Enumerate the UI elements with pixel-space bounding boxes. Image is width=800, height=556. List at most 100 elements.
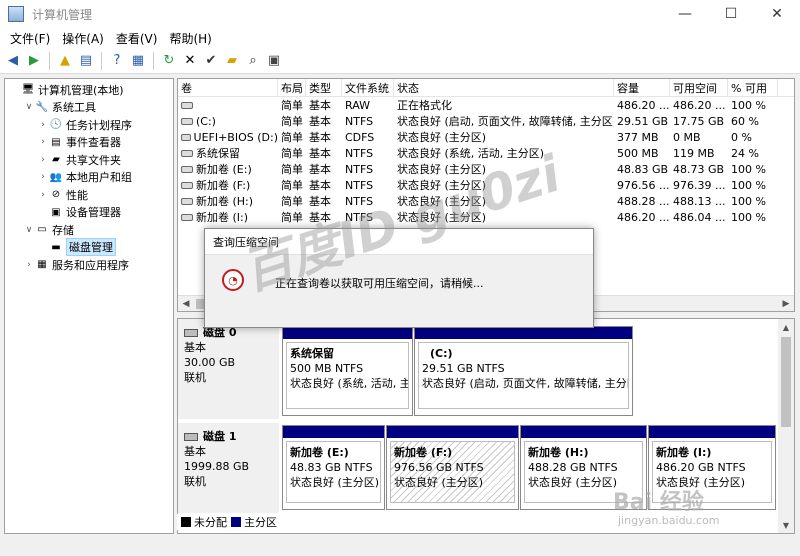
- column-header-capacity[interactable]: 容量: [614, 79, 670, 96]
- legend-primary-partition: 主分区: [244, 516, 277, 529]
- scroll-right-icon[interactable]: ▶: [778, 296, 794, 311]
- table-cell: 488.13 ...: [673, 194, 726, 208]
- minimize-button[interactable]: —: [662, 0, 708, 28]
- scrollbar-thumb[interactable]: [781, 337, 791, 427]
- partition-name: 新加卷 (I:): [656, 446, 712, 459]
- table-cell: 基本: [309, 131, 331, 144]
- expand-arrow-icon[interactable]: ∨: [23, 102, 35, 112]
- partition-name: 新加卷 (H:): [528, 446, 589, 459]
- table-cell: 正在格式化: [397, 99, 452, 112]
- table-cell: UEFI+BIOS (D:): [178, 129, 278, 145]
- task-scheduler-icon: 🕓: [49, 119, 63, 131]
- table-cell: 486.20 ...: [617, 98, 670, 112]
- column-header-free-space[interactable]: 可用空间: [670, 79, 728, 96]
- tree-item[interactable]: › 👥 本地用户和组: [5, 169, 173, 187]
- table-row[interactable]: (C:) 简单 基本 NTFS 状态良好 (启动, 页面文件, 故障转储, 主分区) 29…: [178, 113, 794, 129]
- refresh-icon[interactable]: ↻: [160, 52, 178, 70]
- menu-file[interactable]: 文件(F): [4, 30, 56, 47]
- storage-icon: ▭: [37, 224, 47, 236]
- tree-item[interactable]: ∨ ▭ 存储: [5, 221, 173, 239]
- table-row[interactable]: 新加卷 (F:) 简单 基本 NTFS 状态良好 (主分区) 976.56 ... 976.…: [178, 177, 794, 193]
- tree-item[interactable]: ▣ 设备管理器: [5, 204, 173, 222]
- expand-arrow-icon[interactable]: ∨: [23, 225, 35, 235]
- tree-item[interactable]: › ⊘ 性能: [5, 186, 173, 204]
- table-row[interactable]: 新加卷 (H:) 简单 基本 NTFS 状态良好 (主分区) 488.28 ... 488.…: [178, 193, 794, 209]
- up-folder-icon[interactable]: ▲: [56, 52, 74, 70]
- table-cell: 基本: [309, 179, 331, 192]
- properties-icon[interactable]: ▦: [129, 52, 147, 70]
- partition-size: 29.51 GB NTFS: [422, 362, 505, 375]
- disk-0-label[interactable]: 磁盘 0 基本 30.00 GB 联机: [178, 319, 279, 419]
- tree-item-label: 本地用户和组: [66, 171, 132, 185]
- check-icon[interactable]: ✔: [202, 52, 220, 70]
- toolbar-separator: [101, 51, 102, 70]
- table-cell: 486.20 ...: [617, 210, 670, 224]
- maximize-button[interactable]: ☐: [708, 0, 754, 28]
- expand-arrow-icon[interactable]: ›: [37, 155, 49, 165]
- event-viewer-icon: ▤: [51, 136, 61, 148]
- table-row[interactable]: 新加卷 (I:) 简单 基本 NTFS 状态良好 (主分区) 486.20 ... 486.…: [178, 209, 794, 225]
- table-cell: 简单: [281, 163, 303, 176]
- table-row[interactable]: 系统保留 简单 基本 NTFS 状态良好 (系统, 活动, 主分区) 500 MB 119 …: [178, 145, 794, 161]
- partition-f[interactable]: 新加卷 (F:) 976.56 GB NTFS 状态良好 (主分区): [386, 425, 519, 510]
- legend-unallocated: 未分配: [194, 516, 227, 529]
- table-row[interactable]: 简单 基本 RAW 正在格式化 486.20 ... 486.20 ... 100 %: [178, 97, 794, 113]
- title-bar: 计算机管理 — ☐ ✕: [0, 0, 800, 28]
- tree-item[interactable]: › ▤ 事件查看器: [5, 134, 173, 152]
- drive-icon: [181, 197, 193, 205]
- open-folder-icon[interactable]: ▰: [223, 52, 241, 70]
- column-header-layout[interactable]: 布局: [278, 79, 306, 96]
- partition-system-reserved[interactable]: 系统保留 500 MB NTFS 状态良好 (系统, 活动, 主分区): [282, 326, 413, 416]
- table-cell: 100 %: [731, 210, 766, 224]
- close-button[interactable]: ✕: [754, 0, 800, 28]
- table-row[interactable]: 新加卷 (E:) 简单 基本 NTFS 状态良好 (主分区) 48.83 GB 48.73 …: [178, 161, 794, 177]
- menu-view[interactable]: 查看(V): [110, 30, 164, 47]
- back-arrow-icon[interactable]: ◀: [4, 52, 22, 70]
- column-header-volume[interactable]: 卷: [178, 79, 278, 96]
- scroll-down-icon[interactable]: ▼: [778, 517, 794, 533]
- column-header-status[interactable]: 状态: [394, 79, 614, 96]
- tree-item[interactable]: 🖥 计算机管理(本地): [5, 81, 173, 99]
- help-icon[interactable]: ?: [108, 52, 126, 70]
- shared-folders-icon: ▰: [52, 154, 60, 166]
- table-cell: 简单: [281, 147, 303, 160]
- tree-item[interactable]: ∨ 🔧 系统工具: [5, 99, 173, 117]
- partition-c[interactable]: (C:) 29.51 GB NTFS 状态良好 (启动, 页面文件, 故障转储,…: [414, 326, 633, 416]
- expand-arrow-icon[interactable]: ›: [37, 120, 49, 130]
- expand-arrow-icon[interactable]: ›: [23, 260, 35, 270]
- table-cell: 简单: [281, 179, 303, 192]
- vertical-scrollbar[interactable]: ▲ ▼: [778, 319, 794, 533]
- disk-1-label[interactable]: 磁盘 1 基本 1999.88 GB 联机: [178, 423, 279, 513]
- column-header-percent-free[interactable]: % 可用: [728, 79, 778, 96]
- partition-status: 状态良好 (系统, 活动, 主分区): [290, 377, 408, 390]
- tree-item[interactable]: › ▦ 服务和应用程序: [5, 256, 173, 274]
- delete-icon[interactable]: ✕: [181, 52, 199, 70]
- column-header-type[interactable]: 类型: [306, 79, 342, 96]
- tree-item[interactable]: › ▰ 共享文件夹: [5, 151, 173, 169]
- volume-name: (C:): [196, 114, 216, 128]
- disk-tool-icon[interactable]: ▣: [265, 52, 283, 70]
- tree-item[interactable]: ▬ 磁盘管理: [5, 238, 173, 257]
- table-row[interactable]: UEFI+BIOS (D:) 简单 基本 CDFS 状态良好 (主分区) 377 MB 0 …: [178, 129, 794, 145]
- tree-item[interactable]: › 🕓 任务计划程序: [5, 116, 173, 134]
- table-cell: 0 MB: [673, 130, 701, 144]
- partition-e[interactable]: 新加卷 (E:) 48.83 GB NTFS 状态良好 (主分区): [282, 425, 385, 510]
- drive-icon: [181, 181, 193, 189]
- forward-arrow-icon[interactable]: ▶: [25, 52, 43, 70]
- expand-arrow-icon[interactable]: ›: [37, 190, 49, 200]
- partition-status: 状态良好 (主分区): [290, 476, 380, 489]
- table-cell: 状态良好 (主分区): [397, 179, 487, 192]
- disk-state: 联机: [184, 475, 206, 488]
- menu-help[interactable]: 帮助(H): [163, 30, 217, 47]
- expand-arrow-icon[interactable]: ›: [37, 137, 49, 147]
- search-icon[interactable]: ⌕: [244, 52, 262, 70]
- expand-arrow-icon[interactable]: ›: [37, 172, 49, 182]
- column-header-filesystem[interactable]: 文件系统: [342, 79, 394, 96]
- table-cell: 状态良好 (系统, 活动, 主分区): [397, 147, 545, 160]
- scroll-up-icon[interactable]: ▲: [778, 319, 794, 335]
- show-hide-tree-icon[interactable]: ▤: [77, 52, 95, 70]
- scroll-left-icon[interactable]: ◀: [178, 296, 194, 311]
- clock-icon: ◔: [222, 269, 244, 291]
- menu-action[interactable]: 操作(A): [56, 30, 110, 47]
- table-cell: 29.51 GB: [617, 114, 669, 128]
